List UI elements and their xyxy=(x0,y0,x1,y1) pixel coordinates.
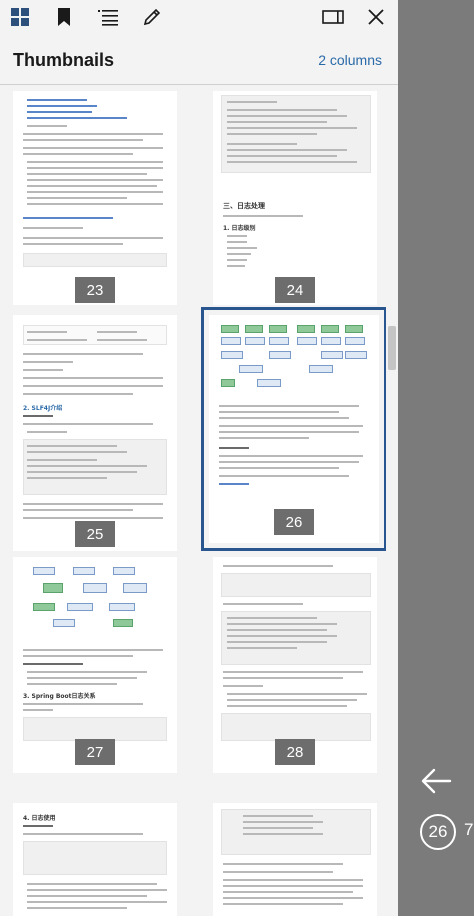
page-subheading: 1. 日志级别 xyxy=(223,225,256,232)
dual-pane-icon[interactable] xyxy=(320,4,346,30)
page-heading: 4. 日志使用 xyxy=(23,815,56,822)
thumbnail-grid: 23 三、日志处理 1. 日志级别 24 2. SLF4J介绍 25 26 3.… xyxy=(0,85,398,916)
thumbnails-panel: Thumbnails 2 columns 23 三、日志处理 1. 日志级别 2… xyxy=(0,0,398,916)
page-thumbnail-30[interactable] xyxy=(213,803,377,916)
page-thumbnail-27[interactable]: 3. Spring Boot日志关系 27 xyxy=(13,557,177,773)
annotate-icon[interactable] xyxy=(139,4,165,30)
panel-title: Thumbnails xyxy=(13,50,115,70)
page-number-badge: 26 xyxy=(274,509,314,535)
page-number-badge: 25 xyxy=(75,521,115,547)
page-thumbnail-24[interactable]: 三、日志处理 1. 日志级别 24 xyxy=(213,91,377,305)
panel-header: Thumbnails 2 columns xyxy=(0,38,398,84)
page-heading: 3. Spring Boot日志关系 xyxy=(23,693,96,700)
close-icon[interactable] xyxy=(363,4,389,30)
outline-icon[interactable] xyxy=(95,4,121,30)
page-number-badge: 28 xyxy=(275,739,315,765)
page-number-badge: 24 xyxy=(275,277,315,303)
page-heading: 2. SLF4J介绍 xyxy=(23,405,63,412)
page-total-partial: 7 xyxy=(464,820,474,839)
thumbnail-scrollbar-thumb[interactable] xyxy=(388,326,396,370)
current-page-indicator[interactable]: 26 xyxy=(420,814,456,850)
page-thumbnail-26[interactable]: 26 xyxy=(201,307,387,551)
page-number-badge: 23 xyxy=(75,277,115,303)
back-arrow-icon[interactable] xyxy=(420,766,452,796)
page-number-badge: 27 xyxy=(75,739,115,765)
bookmark-icon[interactable] xyxy=(51,4,77,30)
thumbnail-scrollbar-track[interactable] xyxy=(386,85,398,916)
page-heading: 三、日志处理 xyxy=(223,202,265,210)
columns-toggle-link[interactable]: 2 columns xyxy=(318,52,382,68)
page-thumbnail-29[interactable]: 4. 日志使用 xyxy=(13,803,177,916)
thumbnails-icon[interactable] xyxy=(7,4,33,30)
panel-toolbar xyxy=(0,0,398,34)
page-thumbnail-28[interactable]: 28 xyxy=(213,557,377,773)
page-thumbnail-23[interactable]: 23 xyxy=(13,91,177,305)
page-thumbnail-25[interactable]: 2. SLF4J介绍 26 25 xyxy=(13,315,177,551)
